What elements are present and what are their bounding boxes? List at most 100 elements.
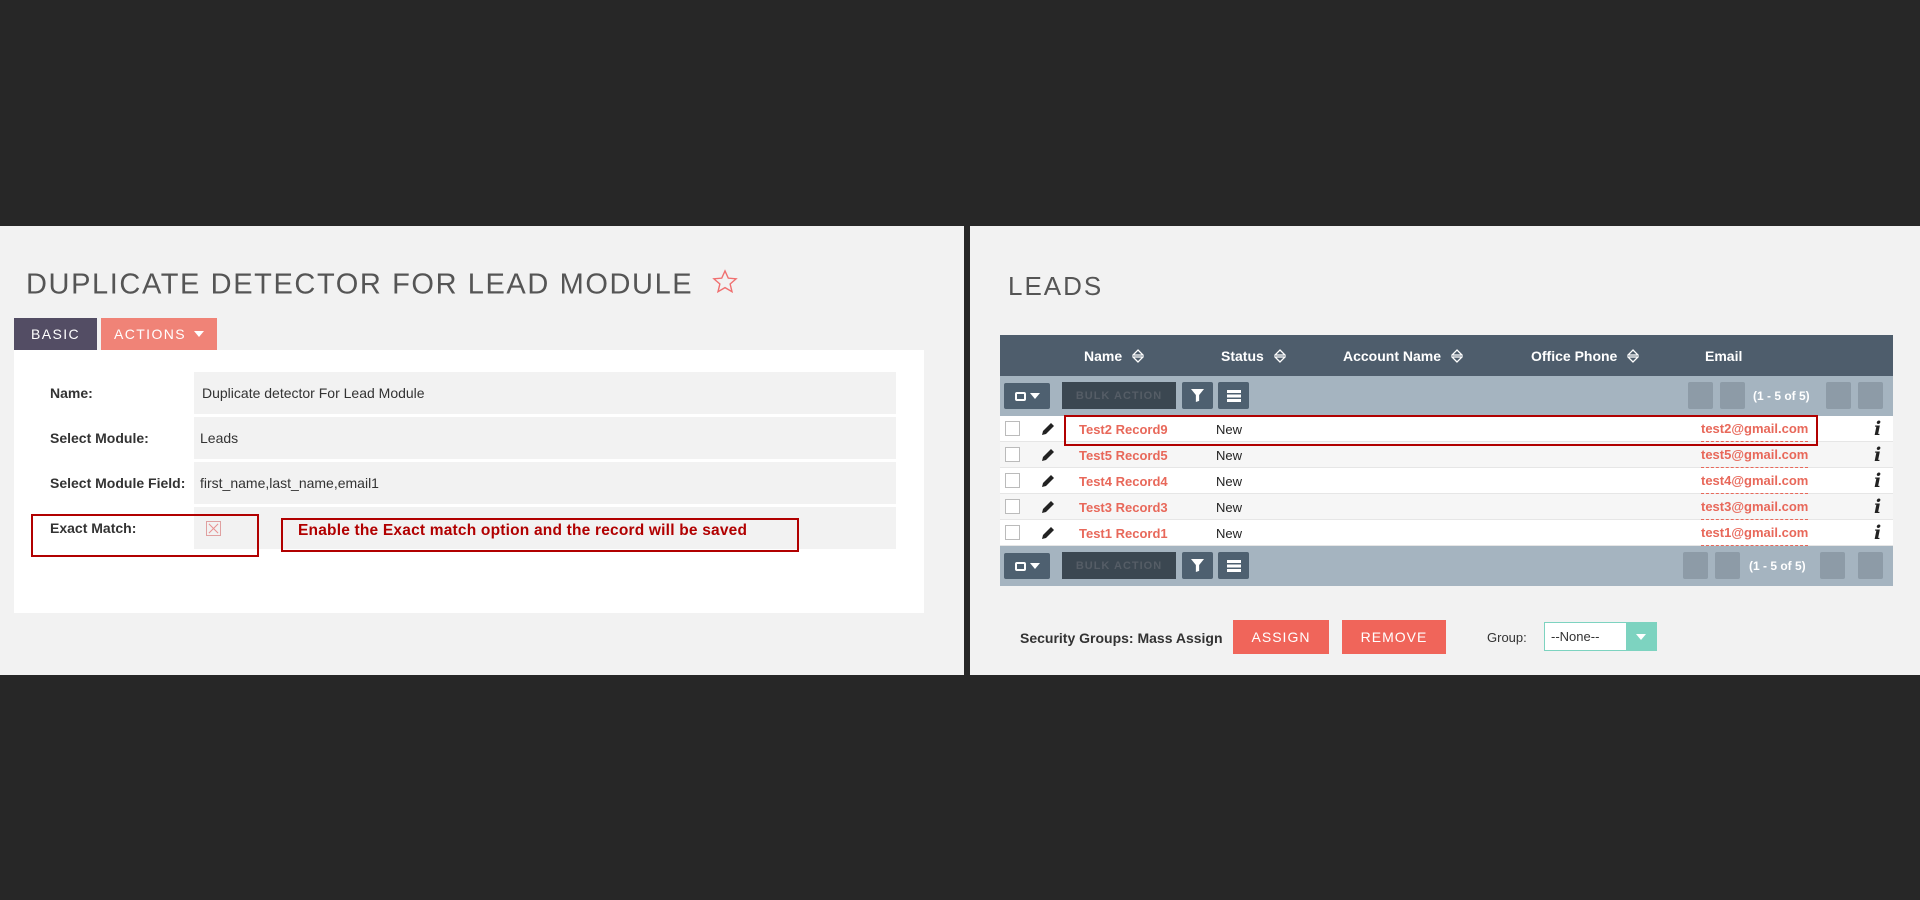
row-checkbox[interactable] — [1005, 473, 1020, 488]
sort-icon — [1132, 348, 1145, 363]
column-label: Email — [1705, 347, 1743, 364]
list-icon — [1226, 559, 1241, 572]
field-row-module: Select Module: Leads — [50, 417, 896, 459]
sort-icon — [1451, 348, 1464, 363]
row-checkbox[interactable] — [1005, 525, 1020, 540]
first-page-button[interactable] — [1683, 552, 1708, 579]
sort-icon — [1273, 348, 1286, 363]
pencil-icon[interactable] — [1040, 499, 1056, 515]
last-page-button[interactable] — [1858, 382, 1883, 409]
field-label: Name: — [50, 372, 194, 414]
row-checkbox[interactable] — [1005, 499, 1020, 514]
filter-icon — [1191, 389, 1204, 402]
field-value: Duplicate detector For Lead Module — [194, 372, 896, 414]
next-page-button[interactable] — [1820, 552, 1845, 579]
checkbox-icon — [1014, 561, 1026, 571]
detail-card: Name: Duplicate detector For Lead Module… — [14, 350, 924, 613]
field-value: first_name,last_name,email1 — [194, 462, 896, 504]
info-icon[interactable]: i — [1874, 470, 1881, 492]
star-icon[interactable] — [711, 268, 739, 304]
first-page-button[interactable] — [1688, 382, 1713, 409]
table-toolbar-bottom: BULK ACTION (1 - 5 of 5) — [1000, 546, 1893, 586]
lead-status: New — [1216, 473, 1243, 489]
assign-button[interactable]: ASSIGN — [1233, 620, 1329, 654]
prev-page-button[interactable] — [1715, 552, 1740, 579]
bulk-action-button[interactable]: BULK ACTION — [1062, 382, 1176, 409]
table-header: Name Status Account Name Office Phone Em… — [1000, 335, 1893, 376]
lead-email-link[interactable]: test3@gmail.com — [1701, 494, 1809, 520]
select-all-dropdown[interactable] — [1004, 383, 1050, 409]
filter-icon — [1191, 559, 1204, 572]
caret-down-icon — [1029, 393, 1040, 399]
pencil-icon[interactable] — [1040, 421, 1056, 437]
table-row: Test1 Record1 New test1@gmail.com i — [1000, 520, 1893, 546]
annotation-highlight-row-box — [1064, 415, 1818, 446]
lead-name-link[interactable]: Test3 Record3 — [1079, 494, 1168, 520]
column-label: Status — [1221, 347, 1264, 364]
last-page-button[interactable] — [1858, 552, 1883, 579]
page-title: DUPLICATE DETECTOR FOR LEAD MODULE — [26, 268, 739, 304]
checkbox-icon — [1014, 391, 1026, 401]
group-select[interactable]: --None-- — [1544, 622, 1657, 651]
column-chooser-button[interactable] — [1218, 552, 1249, 579]
group-label: Group: — [1487, 630, 1527, 645]
pencil-icon[interactable] — [1040, 473, 1056, 489]
leads-table: Name Status Account Name Office Phone Em… — [1000, 335, 1893, 586]
column-header-email[interactable]: Email — [1705, 335, 1742, 376]
column-label: Account Name — [1343, 347, 1442, 364]
field-value: Leads — [194, 417, 896, 459]
tab-basic[interactable]: BASIC — [14, 318, 97, 350]
pencil-icon[interactable] — [1040, 447, 1056, 463]
select-all-dropdown[interactable] — [1004, 553, 1050, 579]
list-view-panel: LEADS Name Status Account Name Office Ph… — [970, 226, 1920, 675]
lead-email-link[interactable]: test4@gmail.com — [1701, 468, 1809, 494]
lead-email-link[interactable]: test1@gmail.com — [1701, 520, 1809, 546]
pagination-info: (1 - 5 of 5) — [1749, 558, 1806, 573]
table-toolbar-top: BULK ACTION (1 - 5 of 5) — [1000, 376, 1893, 416]
caret-down-icon — [1029, 563, 1040, 569]
column-chooser-button[interactable] — [1218, 382, 1249, 409]
annotation-highlight-box — [31, 514, 259, 557]
lead-status: New — [1216, 525, 1243, 541]
row-checkbox[interactable] — [1005, 421, 1020, 436]
field-label: Select Module Field: — [50, 462, 194, 504]
pagination-info: (1 - 5 of 5) — [1753, 388, 1810, 403]
tab-basic-label: BASIC — [30, 326, 80, 342]
group-select-value: --None-- — [1551, 629, 1600, 644]
field-row-module-field: Select Module Field: first_name,last_nam… — [50, 462, 896, 504]
filter-button[interactable] — [1182, 382, 1213, 409]
remove-button[interactable]: REMOVE — [1342, 620, 1446, 654]
caret-down-icon — [194, 331, 205, 337]
field-row-name: Name: Duplicate detector For Lead Module — [50, 372, 896, 414]
table-row: Test3 Record3 New test3@gmail.com i — [1000, 494, 1893, 520]
field-label: Select Module: — [50, 417, 194, 459]
prev-page-button[interactable] — [1720, 382, 1745, 409]
column-header-account-name[interactable]: Account Name — [1343, 335, 1464, 376]
mass-assign-label: Security Groups: Mass Assign — [1020, 630, 1223, 646]
column-header-status[interactable]: Status — [1221, 335, 1286, 376]
actions-dropdown-button[interactable]: ACTIONS — [101, 318, 217, 350]
bulk-action-button[interactable]: BULK ACTION — [1062, 552, 1176, 579]
column-label: Name — [1084, 347, 1123, 364]
lead-name-link[interactable]: Test1 Record1 — [1079, 520, 1168, 546]
table-row: Test4 Record4 New test4@gmail.com i — [1000, 468, 1893, 494]
pencil-icon[interactable] — [1040, 525, 1056, 541]
next-page-button[interactable] — [1826, 382, 1851, 409]
info-icon[interactable]: i — [1874, 496, 1881, 518]
chevron-down-icon — [1626, 623, 1656, 650]
column-header-office-phone[interactable]: Office Phone — [1531, 335, 1640, 376]
lead-name-link[interactable]: Test4 Record4 — [1079, 468, 1168, 494]
actions-label: ACTIONS — [113, 326, 187, 342]
info-icon[interactable]: i — [1874, 444, 1881, 466]
filter-button[interactable] — [1182, 552, 1213, 579]
info-icon[interactable]: i — [1874, 418, 1881, 440]
sort-icon — [1627, 348, 1640, 363]
lead-status: New — [1216, 499, 1243, 515]
column-header-name[interactable]: Name — [1084, 335, 1145, 376]
detail-view-panel: DUPLICATE DETECTOR FOR LEAD MODULE BASIC… — [0, 226, 964, 675]
annotation-text: Enable the Exact match option and the re… — [298, 522, 748, 539]
page-title-text: DUPLICATE DETECTOR FOR LEAD MODULE — [26, 268, 694, 301]
info-icon[interactable]: i — [1874, 522, 1881, 544]
row-checkbox[interactable] — [1005, 447, 1020, 462]
list-title: LEADS — [1008, 271, 1104, 301]
